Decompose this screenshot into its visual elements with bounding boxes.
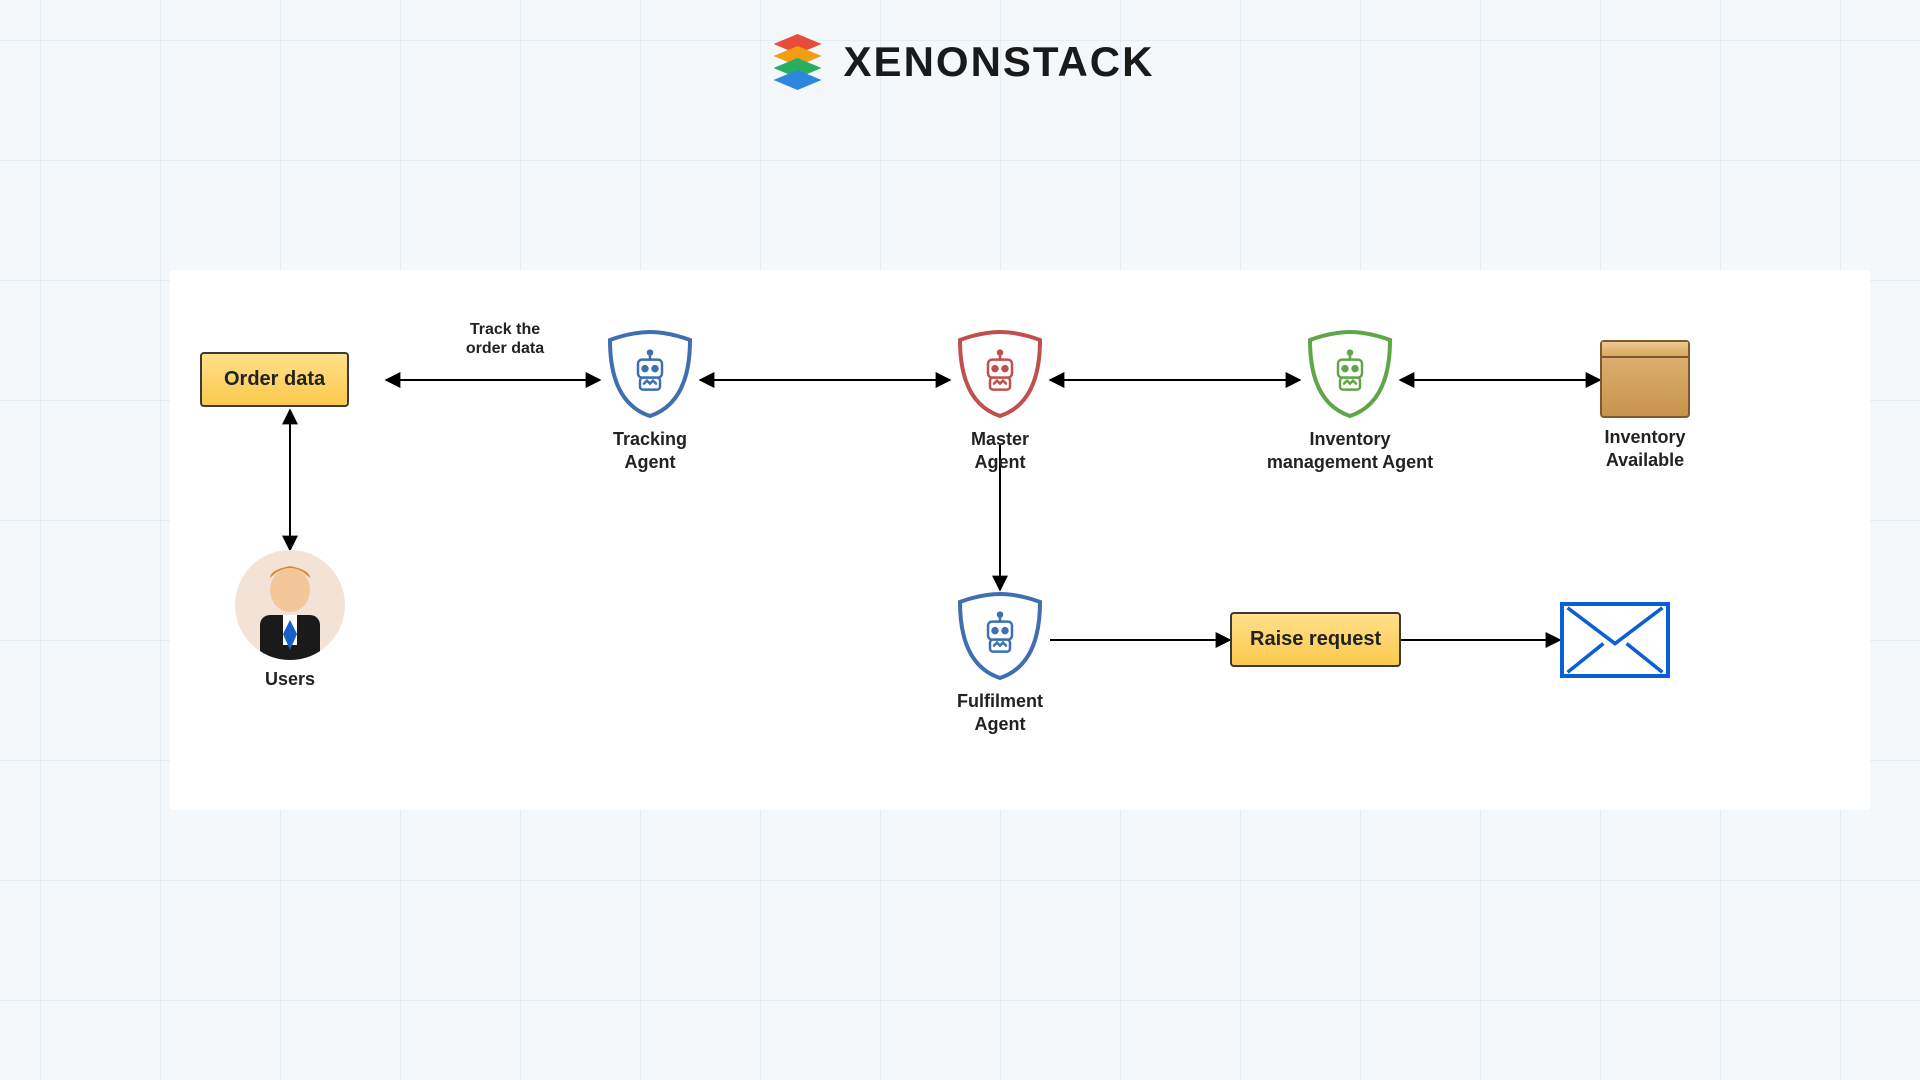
robot-icon (976, 348, 1024, 396)
diagram-panel: Order data Track the order data Tracki (170, 270, 1870, 810)
inventory-available-label: Inventory Available (1600, 426, 1690, 471)
order-data-box: Order data (200, 352, 349, 407)
node-envelope (1560, 602, 1670, 678)
tracking-agent-label: Tracking Agent (600, 428, 700, 473)
logo-mark-icon (766, 30, 830, 94)
node-master-agent: Master Agent (950, 328, 1050, 473)
user-avatar-icon (235, 550, 345, 660)
shield-icon (950, 590, 1050, 682)
fulfilment-agent-label: Fulfilment Agent (950, 690, 1050, 735)
master-agent-label: Master Agent (950, 428, 1050, 473)
node-fulfilment-agent: Fulfilment Agent (950, 590, 1050, 735)
brand-name: XENONSTACK (844, 38, 1155, 86)
node-tracking-agent: Tracking Agent (600, 328, 700, 473)
node-inventory-available: Inventory Available (1600, 340, 1690, 471)
raise-request-box: Raise request (1230, 612, 1401, 667)
robot-icon (976, 610, 1024, 658)
inventory-mgmt-label: Inventory management Agent (1250, 428, 1450, 473)
shield-icon (600, 328, 700, 420)
node-inventory-mgmt-agent: Inventory management Agent (1300, 328, 1450, 473)
users-label: Users (235, 668, 345, 691)
node-raise-request: Raise request (1230, 612, 1401, 667)
node-order-data: Order data (200, 352, 349, 407)
shield-icon (950, 328, 1050, 420)
robot-icon (1326, 348, 1374, 396)
edge-label-track-order: Track the order data (430, 320, 580, 358)
crate-icon (1600, 340, 1690, 418)
shield-icon (1300, 328, 1400, 420)
brand-logo: XENONSTACK (766, 30, 1155, 94)
envelope-icon (1560, 602, 1670, 678)
node-users: Users (235, 550, 345, 691)
robot-icon (626, 348, 674, 396)
